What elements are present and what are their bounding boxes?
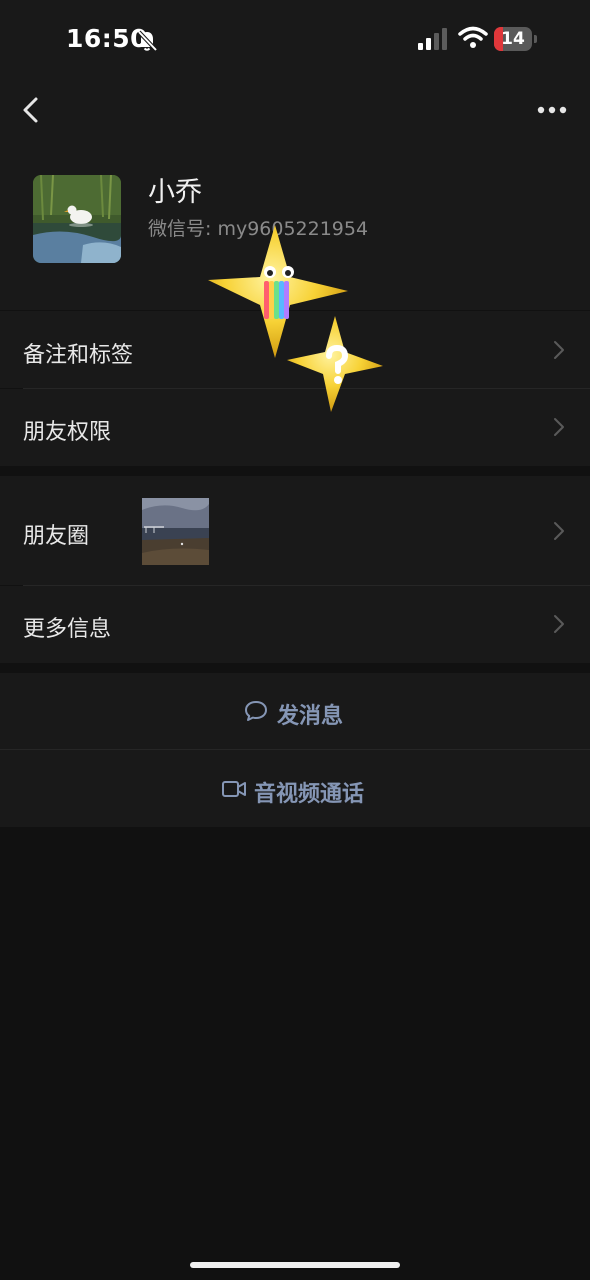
chevron-right-icon xyxy=(554,418,564,436)
row-label: 朋友圈 xyxy=(23,524,90,549)
send-message-button[interactable]: 发消息 xyxy=(0,673,590,749)
video-camera-icon xyxy=(222,781,246,797)
chevron-right-icon xyxy=(554,522,564,540)
row-more-info[interactable]: 更多信息 xyxy=(0,586,590,663)
chat-bubble-icon xyxy=(245,701,267,721)
bell-slash-icon xyxy=(137,30,158,52)
status-bar: 16:50 14 xyxy=(0,0,590,80)
battery-percentage: 14 xyxy=(501,29,525,49)
wifi-icon xyxy=(458,26,488,48)
nav-bar xyxy=(0,80,590,140)
row-label: 朋友权限 xyxy=(23,420,112,445)
signal-icon xyxy=(418,28,447,50)
video-call-label: 音视频通话 xyxy=(254,782,365,807)
display-name: 小乔 xyxy=(148,177,202,208)
battery-icon: 14 xyxy=(494,27,538,51)
back-chevron-icon[interactable] xyxy=(14,88,50,132)
send-message-label: 发消息 xyxy=(277,704,344,729)
question-star-sticker-icon xyxy=(287,316,383,412)
row-label: 更多信息 xyxy=(23,617,112,642)
row-label: 备注和标签 xyxy=(23,343,134,368)
row-moments[interactable]: 朋友圈 xyxy=(0,476,590,585)
home-indicator[interactable] xyxy=(190,1262,400,1268)
avatar[interactable] xyxy=(33,175,121,263)
duck-photo-icon xyxy=(33,175,121,263)
chevron-right-icon xyxy=(554,341,564,359)
video-call-button[interactable]: 音视频通话 xyxy=(0,750,590,827)
chevron-right-icon xyxy=(554,615,564,633)
moments-photo-thumbnail xyxy=(142,498,209,565)
more-dots-icon[interactable] xyxy=(532,94,572,126)
